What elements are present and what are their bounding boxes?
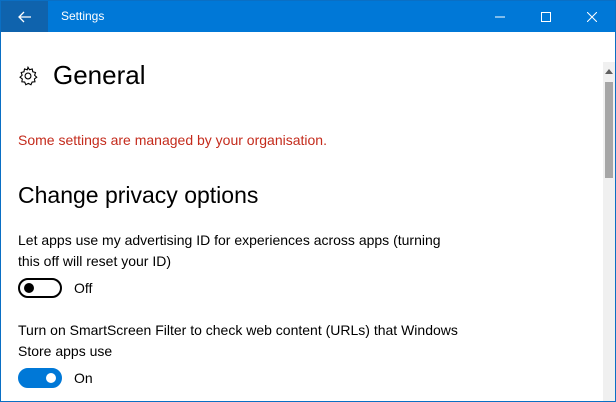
chevron-up-icon <box>605 68 613 74</box>
settings-window: Settings General Some settings are manag… <box>0 0 616 402</box>
section-title: Change privacy options <box>18 182 259 208</box>
window-title: Settings <box>61 9 105 23</box>
minimize-button[interactable] <box>477 1 523 32</box>
advertising-id-toggle[interactable] <box>18 278 62 298</box>
back-arrow-icon <box>17 11 31 22</box>
smartscreen-setting: On <box>18 368 93 388</box>
title-bar: Settings <box>1 1 615 32</box>
advertising-id-setting: Off <box>18 278 92 298</box>
advertising-id-state-label: Off <box>74 280 93 296</box>
maximize-icon <box>541 11 551 22</box>
scroll-thumb[interactable] <box>605 82 613 178</box>
page-header: General <box>17 60 146 91</box>
toggle-knob <box>24 283 34 293</box>
advertising-id-description: Let apps use my advertising ID for exper… <box>18 232 441 269</box>
settings-content: General Some settings are managed by you… <box>1 32 603 401</box>
managed-notice: Some settings are managed by your organi… <box>18 132 327 148</box>
minimize-icon <box>495 16 505 17</box>
scroll-up-button[interactable] <box>603 66 615 76</box>
close-icon <box>587 11 597 22</box>
back-button[interactable] <box>1 1 48 32</box>
smartscreen-state-label: On <box>74 370 93 386</box>
gear-icon <box>19 65 38 85</box>
smartscreen-description: Turn on SmartScreen Filter to check web … <box>18 322 458 359</box>
vertical-scrollbar[interactable] <box>603 62 615 401</box>
maximize-button[interactable] <box>523 1 569 32</box>
close-button[interactable] <box>569 1 615 32</box>
smartscreen-toggle[interactable] <box>18 368 62 388</box>
page-title: General <box>53 60 146 90</box>
toggle-knob <box>46 373 56 383</box>
